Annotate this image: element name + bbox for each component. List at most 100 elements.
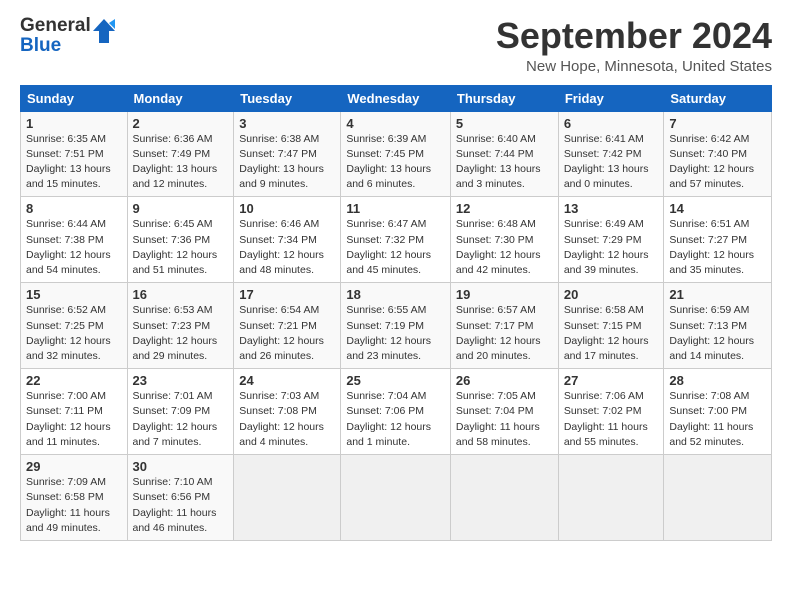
day-number: 23: [133, 373, 229, 388]
day-number: 1: [26, 116, 122, 131]
day-number: 18: [346, 287, 445, 302]
day-cell: 3 Sunrise: 6:38 AMSunset: 7:47 PMDayligh…: [234, 111, 341, 197]
day-number: 30: [133, 459, 229, 474]
day-detail: Sunrise: 6:52 AMSunset: 7:25 PMDaylight:…: [26, 304, 111, 362]
week-row-3: 15 Sunrise: 6:52 AMSunset: 7:25 PMDaylig…: [21, 283, 772, 369]
day-cell: 26 Sunrise: 7:05 AMSunset: 7:04 PMDaylig…: [450, 369, 558, 455]
col-sunday: Sunday: [21, 85, 128, 111]
day-number: 28: [669, 373, 766, 388]
day-cell: 2 Sunrise: 6:36 AMSunset: 7:49 PMDayligh…: [127, 111, 234, 197]
header-area: General Blue September 2024 New Hope, Mi…: [20, 16, 772, 75]
day-detail: Sunrise: 7:06 AMSunset: 7:02 PMDaylight:…: [564, 390, 648, 448]
day-detail: Sunrise: 7:00 AMSunset: 7:11 PMDaylight:…: [26, 390, 111, 448]
day-cell: 18 Sunrise: 6:55 AMSunset: 7:19 PMDaylig…: [341, 283, 451, 369]
day-number: 27: [564, 373, 659, 388]
week-row-5: 29 Sunrise: 7:09 AMSunset: 6:58 PMDaylig…: [21, 455, 772, 541]
day-detail: Sunrise: 7:01 AMSunset: 7:09 PMDaylight:…: [133, 390, 218, 448]
day-number: 16: [133, 287, 229, 302]
day-cell: [341, 455, 451, 541]
day-detail: Sunrise: 6:45 AMSunset: 7:36 PMDaylight:…: [133, 218, 218, 276]
day-detail: Sunrise: 6:40 AMSunset: 7:44 PMDaylight:…: [456, 133, 541, 191]
day-cell: 8 Sunrise: 6:44 AMSunset: 7:38 PMDayligh…: [21, 197, 128, 283]
day-detail: Sunrise: 6:58 AMSunset: 7:15 PMDaylight:…: [564, 304, 649, 362]
week-row-4: 22 Sunrise: 7:00 AMSunset: 7:11 PMDaylig…: [21, 369, 772, 455]
logo-bird-icon: [93, 17, 115, 50]
day-cell: 16 Sunrise: 6:53 AMSunset: 7:23 PMDaylig…: [127, 283, 234, 369]
location-title: New Hope, Minnesota, United States: [496, 58, 772, 75]
day-detail: Sunrise: 6:39 AMSunset: 7:45 PMDaylight:…: [346, 133, 431, 191]
col-wednesday: Wednesday: [341, 85, 451, 111]
day-number: 3: [239, 116, 335, 131]
day-cell: 22 Sunrise: 7:00 AMSunset: 7:11 PMDaylig…: [21, 369, 128, 455]
day-number: 5: [456, 116, 553, 131]
col-thursday: Thursday: [450, 85, 558, 111]
day-cell: 12 Sunrise: 6:48 AMSunset: 7:30 PMDaylig…: [450, 197, 558, 283]
day-cell: 14 Sunrise: 6:51 AMSunset: 7:27 PMDaylig…: [664, 197, 772, 283]
day-cell: 21 Sunrise: 6:59 AMSunset: 7:13 PMDaylig…: [664, 283, 772, 369]
day-number: 19: [456, 287, 553, 302]
day-cell: 13 Sunrise: 6:49 AMSunset: 7:29 PMDaylig…: [558, 197, 664, 283]
day-detail: Sunrise: 6:57 AMSunset: 7:17 PMDaylight:…: [456, 304, 541, 362]
day-number: 25: [346, 373, 445, 388]
day-cell: [450, 455, 558, 541]
day-cell: 6 Sunrise: 6:41 AMSunset: 7:42 PMDayligh…: [558, 111, 664, 197]
day-number: 6: [564, 116, 659, 131]
day-detail: Sunrise: 6:47 AMSunset: 7:32 PMDaylight:…: [346, 218, 431, 276]
day-cell: 20 Sunrise: 6:58 AMSunset: 7:15 PMDaylig…: [558, 283, 664, 369]
day-detail: Sunrise: 6:54 AMSunset: 7:21 PMDaylight:…: [239, 304, 324, 362]
page-container: General Blue September 2024 New Hope, Mi…: [0, 0, 792, 551]
day-number: 15: [26, 287, 122, 302]
day-number: 12: [456, 201, 553, 216]
day-cell: [234, 455, 341, 541]
day-cell: 1 Sunrise: 6:35 AMSunset: 7:51 PMDayligh…: [21, 111, 128, 197]
day-number: 8: [26, 201, 122, 216]
day-number: 10: [239, 201, 335, 216]
day-cell: 11 Sunrise: 6:47 AMSunset: 7:32 PMDaylig…: [341, 197, 451, 283]
col-tuesday: Tuesday: [234, 85, 341, 111]
day-number: 7: [669, 116, 766, 131]
day-detail: Sunrise: 6:36 AMSunset: 7:49 PMDaylight:…: [133, 133, 218, 191]
day-number: 26: [456, 373, 553, 388]
day-detail: Sunrise: 6:35 AMSunset: 7:51 PMDaylight:…: [26, 133, 111, 191]
day-number: 29: [26, 459, 122, 474]
day-number: 13: [564, 201, 659, 216]
day-detail: Sunrise: 7:08 AMSunset: 7:00 PMDaylight:…: [669, 390, 753, 448]
day-cell: 25 Sunrise: 7:04 AMSunset: 7:06 PMDaylig…: [341, 369, 451, 455]
day-detail: Sunrise: 6:59 AMSunset: 7:13 PMDaylight:…: [669, 304, 754, 362]
day-detail: Sunrise: 7:04 AMSunset: 7:06 PMDaylight:…: [346, 390, 431, 448]
day-number: 9: [133, 201, 229, 216]
day-detail: Sunrise: 6:41 AMSunset: 7:42 PMDaylight:…: [564, 133, 649, 191]
day-cell: 17 Sunrise: 6:54 AMSunset: 7:21 PMDaylig…: [234, 283, 341, 369]
day-cell: 19 Sunrise: 6:57 AMSunset: 7:17 PMDaylig…: [450, 283, 558, 369]
calendar-table: Sunday Monday Tuesday Wednesday Thursday…: [20, 85, 772, 541]
day-number: 21: [669, 287, 766, 302]
day-cell: 5 Sunrise: 6:40 AMSunset: 7:44 PMDayligh…: [450, 111, 558, 197]
day-cell: [664, 455, 772, 541]
week-row-2: 8 Sunrise: 6:44 AMSunset: 7:38 PMDayligh…: [21, 197, 772, 283]
logo-general: General: [20, 16, 91, 36]
day-detail: Sunrise: 7:03 AMSunset: 7:08 PMDaylight:…: [239, 390, 324, 448]
day-cell: 9 Sunrise: 6:45 AMSunset: 7:36 PMDayligh…: [127, 197, 234, 283]
col-friday: Friday: [558, 85, 664, 111]
day-cell: 7 Sunrise: 6:42 AMSunset: 7:40 PMDayligh…: [664, 111, 772, 197]
day-number: 22: [26, 373, 122, 388]
day-detail: Sunrise: 6:38 AMSunset: 7:47 PMDaylight:…: [239, 133, 324, 191]
day-number: 2: [133, 116, 229, 131]
day-detail: Sunrise: 6:42 AMSunset: 7:40 PMDaylight:…: [669, 133, 754, 191]
header-row: Sunday Monday Tuesday Wednesday Thursday…: [21, 85, 772, 111]
day-detail: Sunrise: 6:55 AMSunset: 7:19 PMDaylight:…: [346, 304, 431, 362]
day-detail: Sunrise: 6:53 AMSunset: 7:23 PMDaylight:…: [133, 304, 218, 362]
day-detail: Sunrise: 6:46 AMSunset: 7:34 PMDaylight:…: [239, 218, 324, 276]
day-number: 14: [669, 201, 766, 216]
day-cell: 23 Sunrise: 7:01 AMSunset: 7:09 PMDaylig…: [127, 369, 234, 455]
day-detail: Sunrise: 7:05 AMSunset: 7:04 PMDaylight:…: [456, 390, 540, 448]
day-cell: 28 Sunrise: 7:08 AMSunset: 7:00 PMDaylig…: [664, 369, 772, 455]
day-cell: 4 Sunrise: 6:39 AMSunset: 7:45 PMDayligh…: [341, 111, 451, 197]
day-number: 20: [564, 287, 659, 302]
day-number: 11: [346, 201, 445, 216]
week-row-1: 1 Sunrise: 6:35 AMSunset: 7:51 PMDayligh…: [21, 111, 772, 197]
day-detail: Sunrise: 6:51 AMSunset: 7:27 PMDaylight:…: [669, 218, 754, 276]
day-cell: 30 Sunrise: 7:10 AMSunset: 6:56 PMDaylig…: [127, 455, 234, 541]
day-cell: [558, 455, 664, 541]
day-detail: Sunrise: 6:48 AMSunset: 7:30 PMDaylight:…: [456, 218, 541, 276]
